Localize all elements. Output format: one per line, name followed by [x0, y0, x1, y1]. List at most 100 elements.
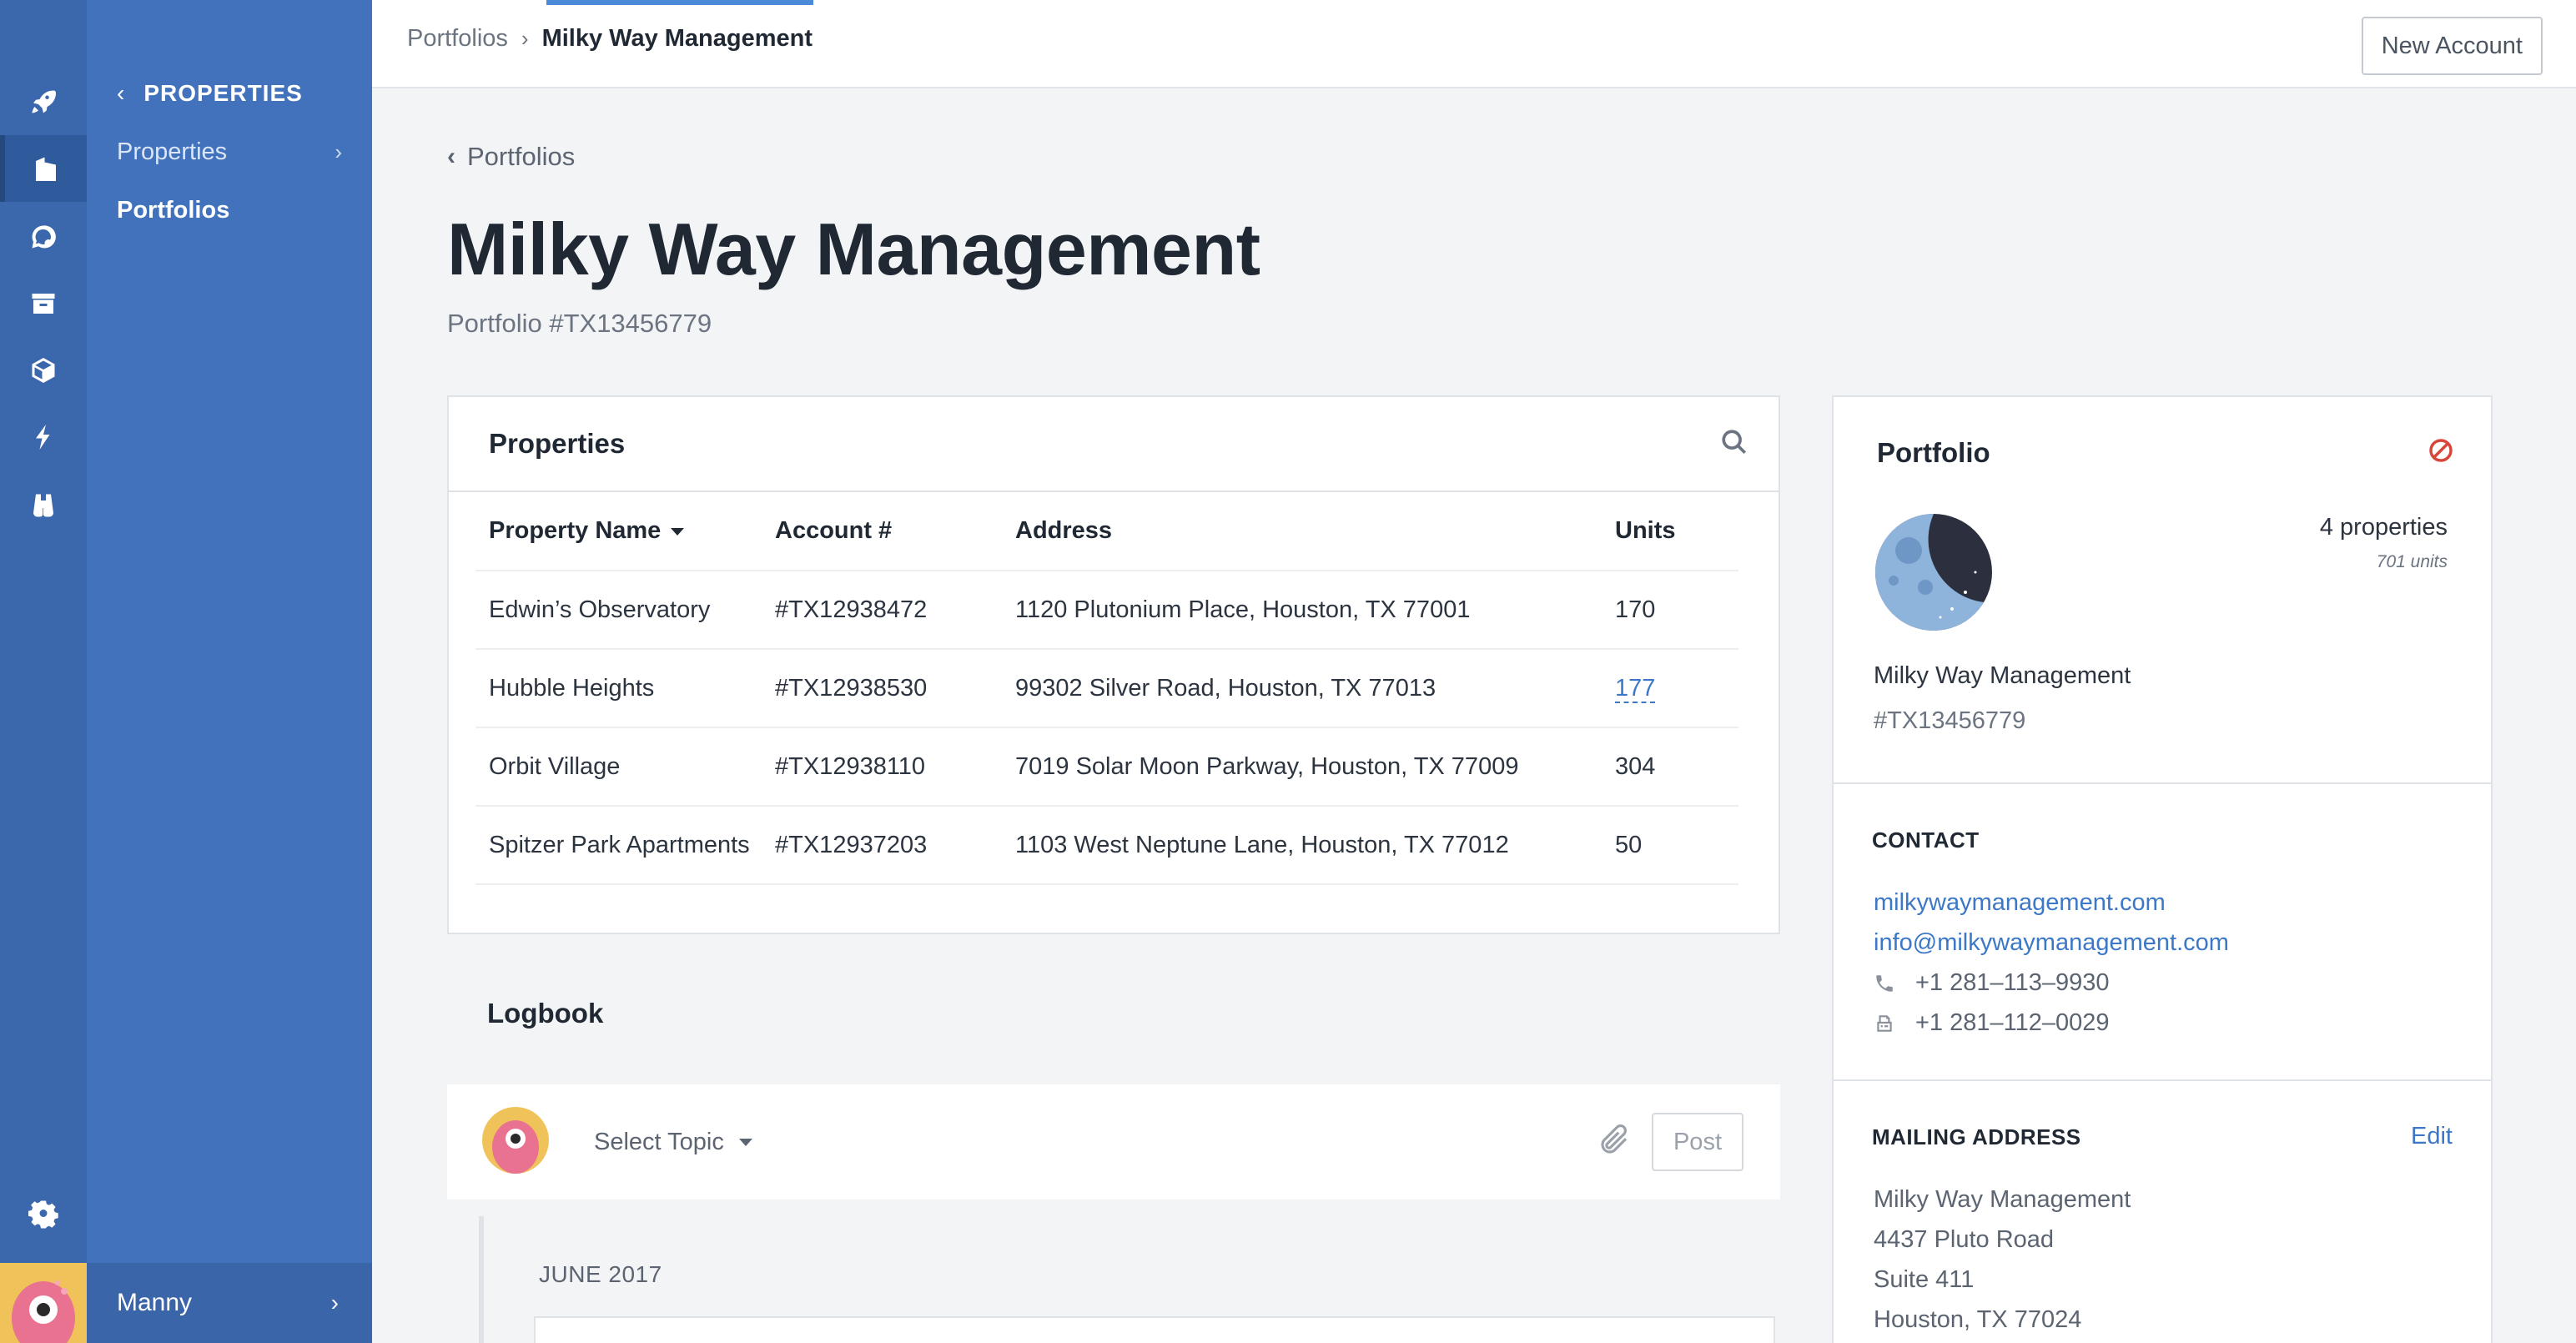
cell-account: #TX12938530	[775, 649, 1015, 728]
address-line: Suite 411	[1874, 1266, 1975, 1293]
table-row[interactable]: Orbit Village #TX12938110 7019 Solar Moo…	[475, 727, 1738, 807]
table-row[interactable]: Hubble Heights #TX12938530 99302 Silver …	[475, 649, 1738, 728]
paperclip-icon[interactable]	[1597, 1123, 1632, 1162]
mailing-address-label: MAILING ADDRESS	[1872, 1124, 2081, 1149]
portfolio-id: #TX13456779	[1874, 707, 2026, 734]
cell-address: 1103 West Neptune Lane, Houston, TX 7701…	[1015, 806, 1615, 885]
nav-section-header[interactable]: ‹ PROPERTIES	[117, 80, 303, 107]
cell-property-name: Edwin’s Observatory	[475, 571, 775, 650]
email-link[interactable]: info@milkywaymanagement.com	[1874, 929, 2229, 957]
ban-icon[interactable]	[2428, 437, 2454, 468]
table-row[interactable]: Spitzer Park Apartments #TX12937203 1103…	[475, 806, 1738, 885]
new-account-button[interactable]: New Account	[2361, 17, 2543, 75]
column-header-units[interactable]: Units	[1615, 492, 1738, 571]
mailing-address-section: MAILING ADDRESS Edit Milky Way Managemen…	[1834, 1081, 2491, 1343]
gear-icon[interactable]	[0, 1181, 87, 1248]
sort-desc-icon	[671, 527, 685, 536]
address-line: Milky Way Management	[1874, 1186, 2131, 1213]
column-header-property-name[interactable]: Property Name	[475, 492, 775, 571]
nav-item-properties[interactable]: Properties ›	[117, 138, 342, 166]
contact-section: CONTACT milkywaymanagement.com info@milk…	[1834, 784, 2491, 1081]
fax-icon	[1877, 1014, 1892, 1032]
table-header-row: Property Name Account # Address Units	[475, 492, 1738, 571]
fax-number: +1 281–112–0029	[1915, 1009, 2110, 1036]
properties-card-title: Properties	[489, 428, 626, 459]
rocket-icon[interactable]	[0, 68, 87, 135]
cell-account: #TX12938472	[775, 571, 1015, 650]
cell-address: 99302 Silver Road, Houston, TX 77013	[1015, 649, 1615, 728]
logbook-composer: Select Topic Post	[447, 1084, 1780, 1200]
unit-count: 701 units	[2376, 552, 2448, 571]
chevron-right-icon: ›	[521, 26, 529, 51]
portfolio-summary: Portfolio 4 properties 701 units Milky W…	[1834, 397, 2491, 784]
user-avatar[interactable]	[0, 1263, 87, 1343]
building-icon[interactable]	[0, 135, 87, 202]
cell-address: 1120 Plutonium Place, Houston, TX 77001	[1015, 571, 1615, 650]
chevron-left-icon: ‹	[447, 143, 455, 170]
portfolio-panel-title: Portfolio	[1877, 437, 1990, 468]
cell-property-name: Orbit Village	[475, 727, 775, 807]
archive-icon[interactable]	[0, 270, 87, 337]
box-icon[interactable]	[0, 337, 87, 404]
phone-number: +1 281–113–9930	[1915, 969, 2110, 996]
cell-property-name: Hubble Heights	[475, 649, 775, 728]
nav-item-label: Properties	[117, 138, 228, 165]
chevron-right-icon: ›	[335, 139, 342, 164]
caret-down-icon	[738, 1138, 752, 1146]
chevron-left-icon: ‹	[117, 80, 126, 106]
topic-select[interactable]: Select Topic	[594, 1129, 752, 1156]
icon-rail	[0, 0, 87, 1343]
binoculars-icon[interactable]	[0, 472, 87, 539]
portfolio-panel: Portfolio 4 properties 701 units Milky W…	[1832, 395, 2493, 1343]
page-title: Milky Way Management	[447, 208, 1260, 290]
properties-card-header: Properties	[449, 397, 1779, 492]
edit-address-link[interactable]: Edit	[2411, 1123, 2453, 1150]
portfolio-name: Milky Way Management	[1874, 662, 2131, 689]
breadcrumb: Portfolios › Milky Way Management	[407, 25, 813, 53]
top-bar: Portfolios › Milky Way Management New Ac…	[372, 0, 2576, 88]
active-crumb-indicator	[546, 0, 813, 5]
contact-label: CONTACT	[1872, 827, 1980, 853]
phone-row: +1 281–113–9930	[1874, 969, 2110, 997]
column-header-address[interactable]: Address	[1015, 492, 1615, 571]
page-subtitle: Portfolio #TX13456779	[447, 309, 712, 338]
address-line: 4437 Pluto Road	[1874, 1226, 2055, 1253]
phone-icon	[1876, 974, 1893, 992]
back-link[interactable]: ‹ Portfolios	[447, 142, 575, 172]
cell-property-name: Spitzer Park Apartments	[475, 806, 775, 885]
website-link[interactable]: milkywaymanagement.com	[1874, 889, 2166, 917]
breadcrumb-parent[interactable]: Portfolios	[407, 25, 508, 53]
cell-units: 304	[1615, 727, 1738, 807]
cell-units: 170	[1615, 571, 1738, 650]
cell-units: 50	[1615, 806, 1738, 885]
units-link[interactable]: 177	[1615, 674, 1656, 703]
table-row[interactable]: Edwin’s Observatory #TX12938472 1120 Plu…	[475, 571, 1738, 650]
properties-table: Property Name Account # Address Units Ed…	[475, 492, 1738, 885]
user-name: Manny	[117, 1289, 193, 1316]
nav-item-portfolios[interactable]: Portfolios	[117, 197, 342, 224]
breadcrumb-current: Milky Way Management	[541, 25, 813, 52]
nav-item-label: Portfolios	[117, 197, 230, 224]
nav-section-label: PROPERTIES	[143, 80, 303, 106]
search-icon[interactable]	[1720, 428, 1748, 460]
log-entry-card[interactable]	[534, 1316, 1775, 1343]
timeline-month: JUNE 2017	[539, 1261, 662, 1287]
chat-icon[interactable]	[0, 204, 87, 270]
bolt-icon[interactable]	[0, 404, 87, 470]
cell-units: 177	[1615, 649, 1738, 728]
address-line: Houston, TX 77024	[1874, 1306, 2082, 1333]
properties-card: Properties Property Name Account # Addre…	[447, 395, 1780, 934]
cell-address: 7019 Solar Moon Parkway, Houston, TX 770…	[1015, 727, 1615, 807]
topic-select-label: Select Topic	[594, 1128, 724, 1155]
property-count: 4 properties	[2319, 514, 2448, 541]
post-button[interactable]: Post	[1651, 1113, 1743, 1171]
column-header-account[interactable]: Account #	[775, 492, 1015, 571]
timeline-line	[479, 1216, 484, 1343]
composer-avatar	[480, 1105, 551, 1180]
secondary-nav: ‹ PROPERTIES Properties › Portfolios Man…	[87, 0, 372, 1343]
cell-account: #TX12938110	[775, 727, 1015, 807]
chevron-right-icon: ›	[330, 1290, 339, 1315]
portfolio-logo	[1874, 512, 1994, 632]
user-menu[interactable]: Manny ›	[87, 1263, 372, 1343]
logbook-title: Logbook	[487, 998, 604, 1029]
